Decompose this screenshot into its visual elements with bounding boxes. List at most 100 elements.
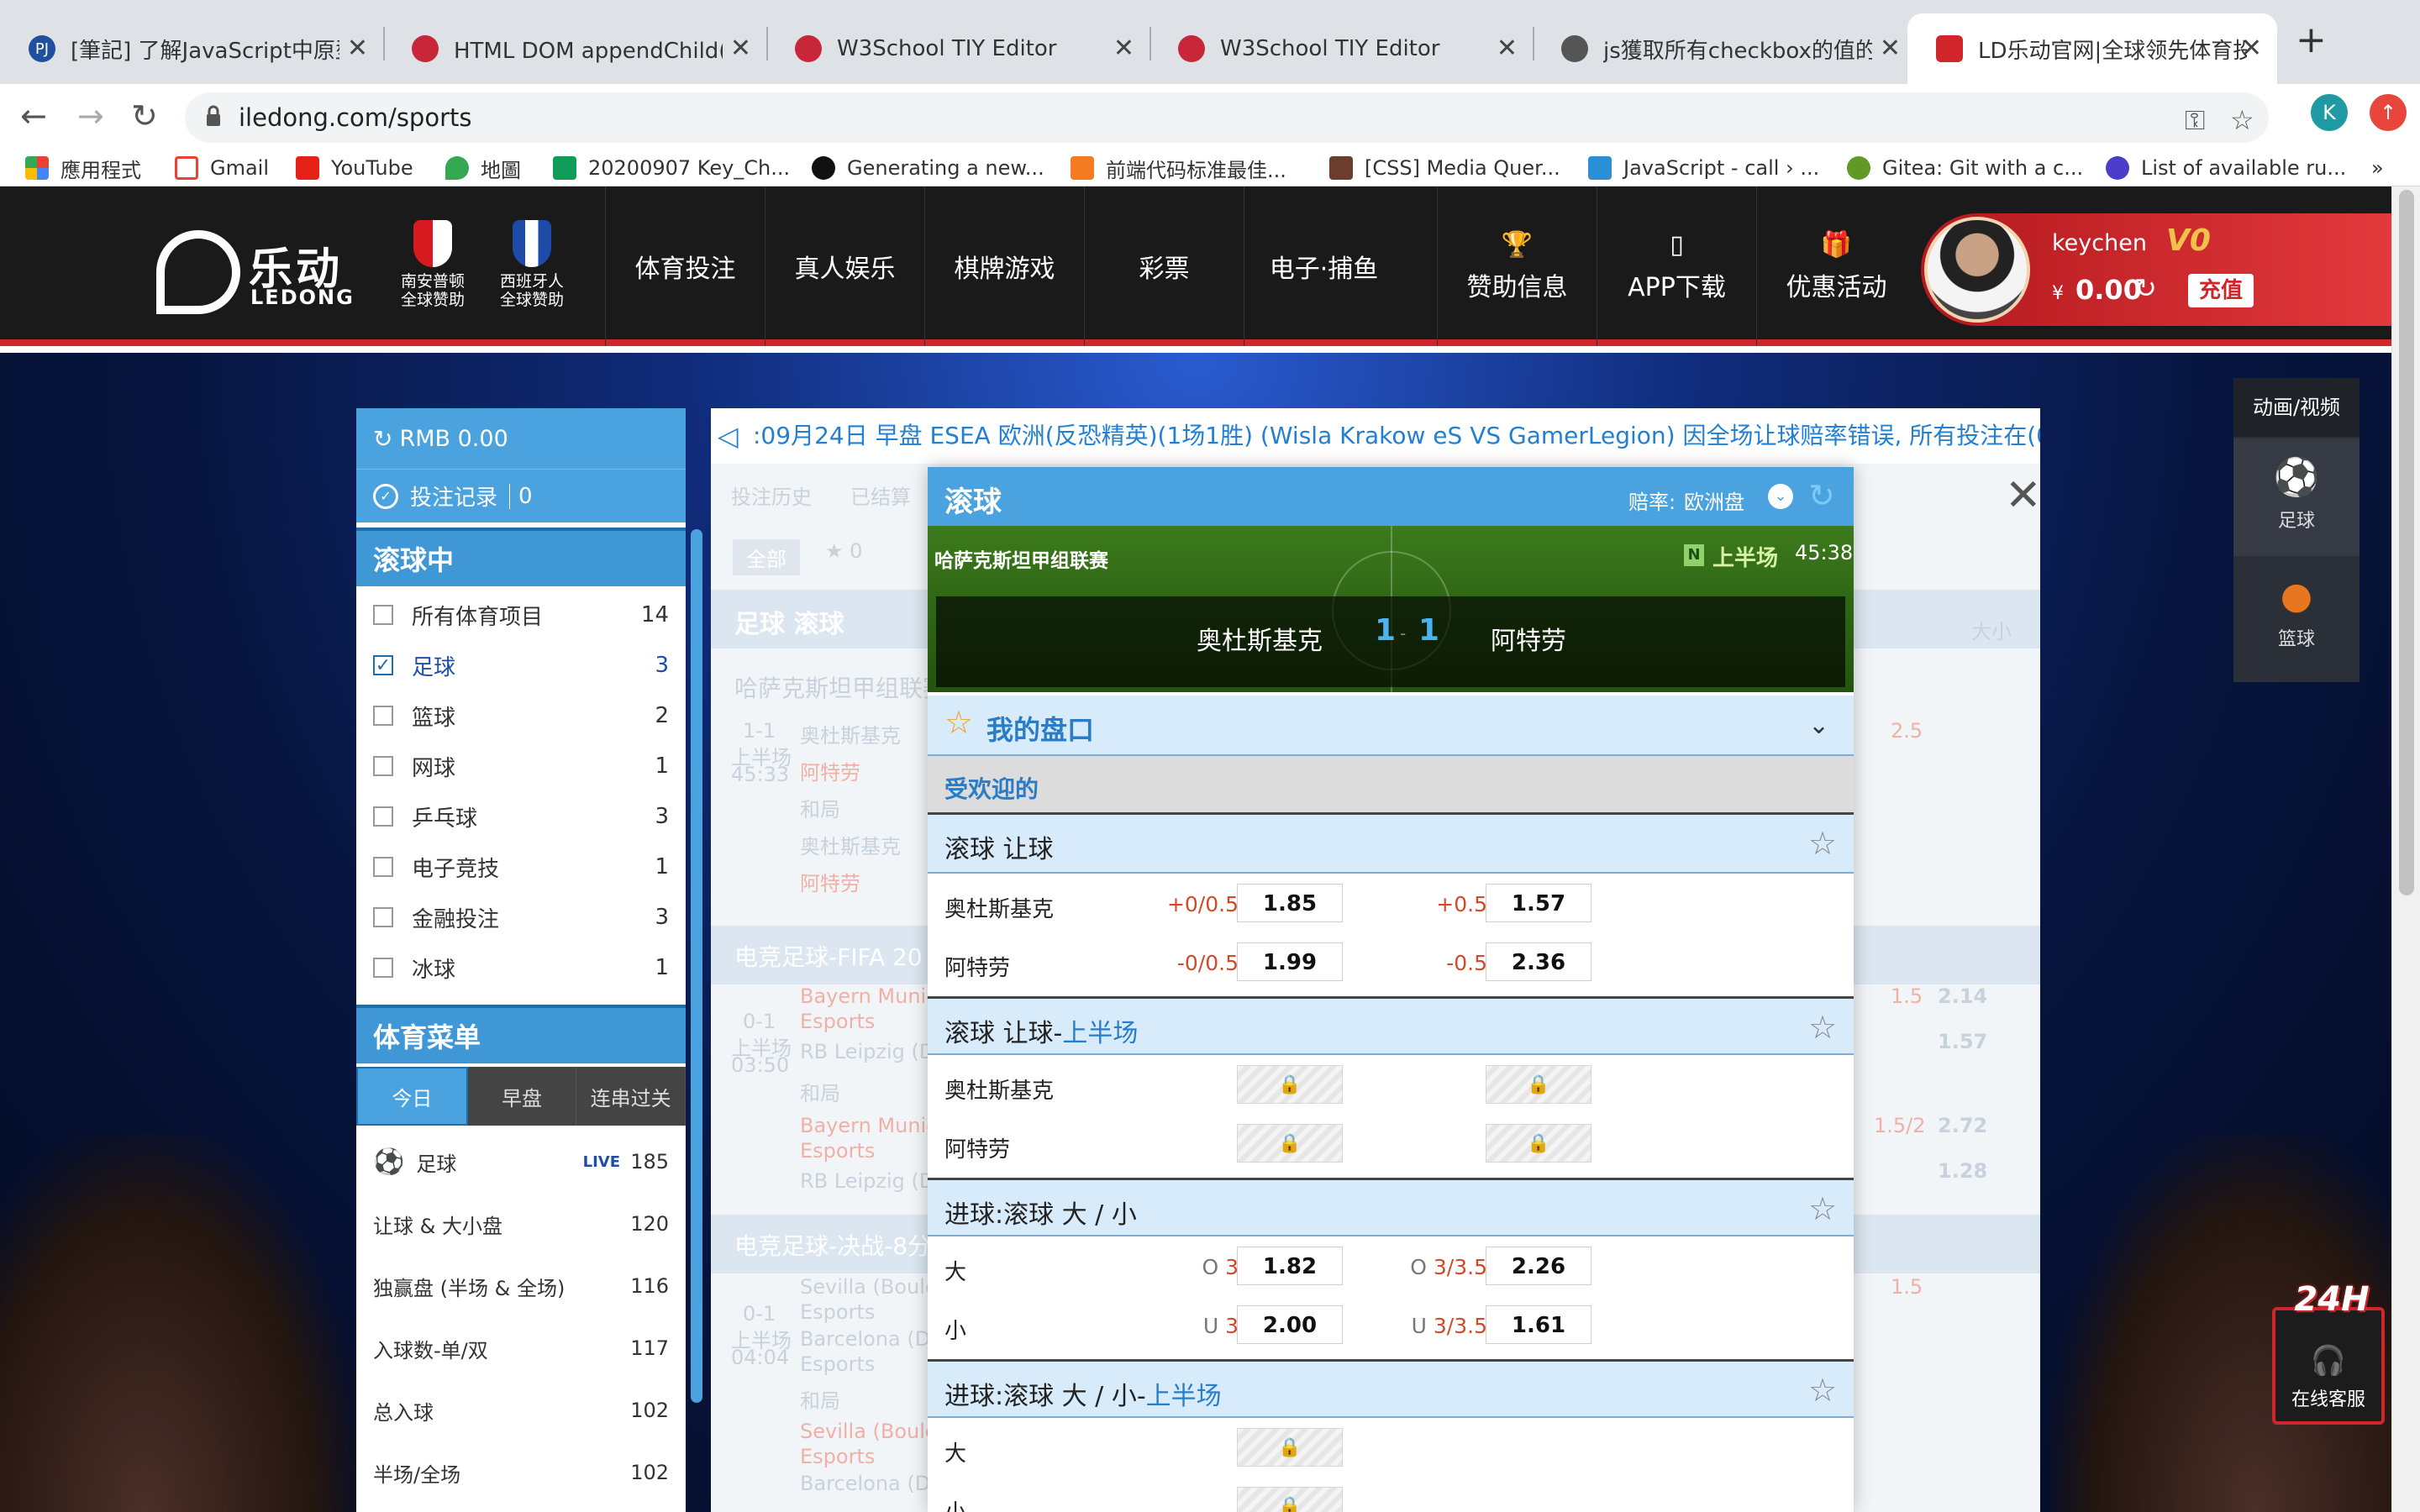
bookmark-star-icon[interactable]: ☆ — [2230, 104, 2254, 136]
avatar[interactable] — [1924, 217, 2030, 323]
wallet-balance[interactable]: ↻ RMB 0.00 — [356, 408, 686, 469]
market-handicap-1h-header[interactable]: 滚球 让球-上半场 ☆ — [928, 996, 1854, 1055]
favorite-star-icon[interactable]: ☆ — [1808, 1190, 1837, 1227]
odds-button[interactable]: 2.00 — [1237, 1305, 1343, 1344]
checkbox[interactable] — [373, 756, 393, 776]
checkbox[interactable] — [373, 958, 393, 978]
ledong-logo[interactable]: 乐动 LEDONG — [156, 230, 358, 314]
sport-filter-all[interactable]: 所有体育项目 14 — [356, 590, 686, 640]
sport-filter-basketball[interactable]: 篮球 2 — [356, 690, 686, 741]
menu-item-soccer[interactable]: ⚽ 足球 LIVE 185 — [356, 1131, 686, 1193]
close-tab-icon[interactable]: ✕ — [1880, 34, 1901, 63]
bookmarks-overflow-icon[interactable]: » — [2371, 151, 2384, 185]
close-tab-icon[interactable]: ✕ — [730, 34, 751, 63]
refresh-balance-icon[interactable]: ↻ — [2134, 272, 2157, 304]
odds-type-select[interactable]: 欧洲盘 — [1684, 486, 1744, 515]
browser-tab[interactable]: HTML DOM appendChild() 方 ✕ — [383, 13, 766, 84]
sport-filter-ice-hockey[interactable]: 冰球 1 — [356, 942, 686, 993]
recharge-button[interactable]: 充值 — [2188, 274, 2254, 307]
odds-button[interactable]: 1.82 — [1237, 1247, 1343, 1285]
checkbox[interactable] — [373, 806, 393, 827]
tab-today[interactable]: 今日 — [356, 1067, 468, 1126]
market-over-under-1h-header[interactable]: 进球:滚球 大 / 小-上半场 ☆ — [928, 1359, 1854, 1418]
odds-button[interactable]: 1.57 — [1486, 884, 1591, 922]
page-scrollbar[interactable] — [2391, 186, 2420, 1512]
close-modal-icon[interactable]: ✕ — [2005, 470, 2042, 521]
browser-tab[interactable]: W3School TIY Editor ✕ — [1150, 13, 1533, 84]
bookmark-apps[interactable]: 應用程式 — [25, 151, 141, 185]
bookmark-maps[interactable]: 地圖 — [445, 151, 521, 185]
odds-button[interactable]: 1.85 — [1237, 884, 1343, 922]
bookmark-js[interactable]: JavaScript - call › ... — [1588, 151, 1819, 185]
nav-slots-fishing[interactable]: 电子·捕鱼 — [1244, 186, 1403, 346]
favorite-star-icon[interactable]: ☆ — [1808, 1009, 1837, 1046]
nav-chess-cards[interactable]: 棋牌游戏 — [924, 186, 1084, 346]
nav-sponsorship[interactable]: 🏆 赞助信息 — [1437, 186, 1597, 346]
sidebar-scrollbar[interactable] — [691, 529, 702, 1403]
back-arrow-icon[interactable]: ← — [20, 97, 47, 134]
bookmark-github[interactable]: Generating a new... — [812, 151, 1044, 185]
bookmark-sheet[interactable]: 20200907 Key_Ch... — [553, 151, 790, 185]
sport-filter-tennis[interactable]: 网球 1 — [356, 741, 686, 791]
close-tab-icon[interactable]: ✕ — [1113, 34, 1134, 63]
close-tab-icon[interactable]: ✕ — [2241, 34, 2262, 63]
bookmark-css[interactable]: [CSS] Media Quer... — [1329, 151, 1560, 185]
media-soccer-button[interactable]: ⚽ 足球 — [2233, 438, 2360, 556]
menu-item-handicap[interactable]: 让球 & 大小盘 120 — [356, 1193, 686, 1255]
browser-tab[interactable]: js獲取所有checkbox的值的簡 ✕ — [1533, 13, 1916, 84]
sport-filter-esports[interactable]: 电子竞技 1 — [356, 842, 686, 892]
menu-item-ht-ft[interactable]: 半场/全场 102 — [356, 1441, 686, 1504]
close-tab-icon[interactable]: ✕ — [347, 34, 368, 63]
nav-live-casino[interactable]: 真人娱乐 — [765, 186, 924, 346]
key-icon[interactable]: ⚿ — [2185, 104, 2205, 137]
menu-item-total-goals[interactable]: 总入球 102 — [356, 1379, 686, 1441]
bookmark-youtube[interactable]: YouTube — [296, 151, 413, 185]
forward-arrow-icon[interactable]: → — [77, 97, 104, 134]
refresh-icon[interactable]: ↻ — [1808, 477, 1835, 514]
bookmark-list[interactable]: List of available ru... — [2106, 151, 2346, 185]
market-over-under-header[interactable]: 进球:滚球 大 / 小 ☆ — [928, 1178, 1854, 1236]
checkbox-checked[interactable]: ✓ — [373, 655, 393, 676]
market-handicap-header[interactable]: 滚球 让球 ☆ — [928, 815, 1854, 874]
update-icon[interactable]: ↑ — [2370, 94, 2407, 131]
tab-early[interactable]: 早盘 — [468, 1067, 577, 1126]
menu-item-odd-even[interactable]: 入球数-单/双 117 — [356, 1317, 686, 1379]
nav-app-download[interactable]: ▯ APP下载 — [1597, 186, 1756, 346]
bet-record[interactable]: ✓ 投注记录 0 — [356, 469, 686, 522]
reload-icon[interactable]: ↻ — [131, 97, 158, 134]
profile-avatar[interactable]: K — [2311, 94, 2348, 131]
favorite-star-icon[interactable]: ☆ — [1808, 1372, 1837, 1409]
bookmark-gmail[interactable]: Gmail — [175, 151, 269, 185]
odds-button[interactable]: 2.26 — [1486, 1247, 1591, 1285]
odds-button[interactable]: 1.61 — [1486, 1305, 1591, 1344]
omnibox[interactable]: iledong.com/sports ⚿ ☆ — [185, 92, 2269, 143]
nav-lottery[interactable]: 彩票 — [1084, 186, 1244, 346]
tab-bet-history[interactable]: 投注历史 — [731, 480, 812, 510]
tab-settled[interactable]: 已结算 — [850, 480, 911, 510]
sponsor-southampton[interactable]: 南安普顿 全球赞助 — [387, 220, 479, 309]
customer-service-button[interactable]: 24H 🎧 在线客服 — [2272, 1280, 2385, 1425]
chevron-down-icon[interactable]: ⌄ — [1768, 484, 1793, 509]
browser-tab[interactable]: W3School TIY Editor ✕ — [766, 13, 1150, 84]
refresh-icon[interactable]: ↻ — [373, 425, 392, 453]
my-markets-toggle[interactable]: ☆ 我的盘口 ⌄ — [928, 696, 1854, 756]
media-basketball-button[interactable]: ● 篮球 — [2233, 558, 2360, 675]
sport-filter-financial[interactable]: 金融投注 3 — [356, 892, 686, 942]
new-tab-icon[interactable]: + — [2296, 18, 2327, 61]
filter-all-button[interactable]: 全部 — [733, 539, 800, 575]
checkbox[interactable] — [373, 706, 393, 726]
scrollbar-thumb[interactable] — [2399, 190, 2414, 895]
odds-button[interactable]: 1.99 — [1237, 942, 1343, 981]
nav-promotions[interactable]: 🎁 优惠活动 — [1756, 186, 1916, 346]
tab-parlay[interactable]: 连串过关 — [576, 1067, 687, 1126]
bookmark-gitea[interactable]: Gitea: Git with a c... — [1847, 151, 2083, 185]
favorite-star-icon[interactable]: ☆ — [1808, 825, 1837, 862]
bookmark-frontend[interactable]: 前端代码标准最佳... — [1071, 151, 1286, 185]
url-text[interactable]: iledong.com/sports — [239, 103, 471, 132]
announcement-ticker[interactable]: ◁ :09月24日 早盘 ESEA 欧洲(反恐精英)(1场1胜) (Wisla … — [711, 408, 2040, 464]
browser-tab[interactable]: PJ [筆記] 了解JavaScript中原型( ✕ — [0, 13, 383, 84]
menu-item-moneyline[interactable]: 独赢盘 (半场 & 全场) 116 — [356, 1255, 686, 1317]
chevron-down-icon[interactable]: ⌄ — [1808, 711, 1829, 740]
favorites-star-icon[interactable]: ★ 0 — [825, 539, 862, 563]
checkbox[interactable] — [373, 857, 393, 877]
